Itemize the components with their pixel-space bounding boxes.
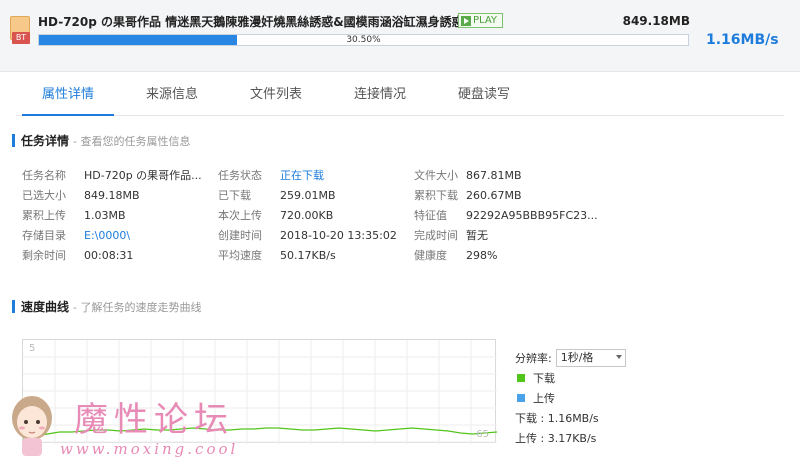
progress-percent: 30.50% xyxy=(346,35,381,45)
section-subtitle: - 查看您的任务属性信息 xyxy=(73,134,191,148)
download-progress-bar: 30.50% xyxy=(38,34,689,46)
resolution-select[interactable]: 1秒/格 xyxy=(555,349,626,367)
task-details-heading: 任务详情 - 查看您的任务属性信息 xyxy=(12,132,190,149)
download-swatch xyxy=(517,374,525,382)
info-row: 已选大小 849.18MB 已下载 259.01MB 累积下载 260.67MB xyxy=(22,189,522,202)
legend-upload: 上传 xyxy=(515,388,626,408)
bt-file-icon: BT xyxy=(10,14,30,46)
file-size-value: 867.81MB xyxy=(466,169,522,182)
axis-top-label: 5 xyxy=(29,343,36,354)
tab-disk-io[interactable]: 硬盘读写 xyxy=(432,80,536,115)
axis-right-label: 65 xyxy=(476,429,489,440)
tab-file-list[interactable]: 文件列表 xyxy=(224,80,328,115)
resolution-label: 分辨率: xyxy=(515,352,552,365)
detail-tabs: 属性详情 来源信息 文件列表 连接情况 硬盘读写 xyxy=(16,80,784,116)
info-row: 累积上传 1.03MB 本次上传 720.00KB 特征值 92292A95BBB95… xyxy=(22,206,622,226)
task-name-value: HD-720p の果哥作品... xyxy=(84,169,202,182)
current-download-speed: 下载 : 1.16MB/s xyxy=(515,412,599,425)
task-detail-window: BT HD-720p の果哥作品 情迷黑天鵝陳雅漫奸燒黑絲誘惑&國模雨涵浴缸濕身… xyxy=(0,0,800,473)
tab-properties[interactable]: 属性详情 xyxy=(16,80,120,116)
upload-swatch xyxy=(517,394,525,402)
hash-value: 92292A95BBB95FC23... xyxy=(466,209,598,222)
forum-watermark: 魔性论坛 www.moxing.cool xyxy=(0,384,280,473)
tab-connections[interactable]: 连接情况 xyxy=(328,80,432,115)
watermark-title: 魔性论坛 xyxy=(74,400,234,440)
task-header: BT HD-720p の果哥作品 情迷黑天鵝陳雅漫奸燒黑絲誘惑&國模雨涵浴缸濕身… xyxy=(0,0,800,72)
play-icon xyxy=(461,15,471,26)
task-size: 849.18MB xyxy=(622,14,690,28)
tab-source[interactable]: 来源信息 xyxy=(120,80,224,115)
chart-legend-panel: 分辨率: 1秒/格 下载 上传 下载 : 1.16MB/s 上传 : 3.17K… xyxy=(515,348,626,448)
task-status-value: 正在下载 xyxy=(280,169,324,182)
storage-dir-link[interactable]: E:\0000\ xyxy=(84,226,212,246)
section-title: 速度曲线 xyxy=(21,300,70,314)
task-title: HD-720p の果哥作品 情迷黑天鵝陳雅漫奸燒黑絲誘惑&國模雨涵浴缸濕身誘惑等… xyxy=(38,15,498,29)
anime-girl-icon xyxy=(12,396,52,456)
watermark-url: www.moxing.cool xyxy=(60,440,239,458)
download-speed: 1.16MB/s xyxy=(706,32,779,48)
info-row: 存储目录 E:\0000\ 创建时间 2018-10-20 13:35:02 完成时… xyxy=(22,226,622,246)
chevron-down-icon xyxy=(615,355,622,359)
speed-curve-heading: 速度曲线 - 了解任务的速度走势曲线 xyxy=(12,298,201,315)
section-subtitle: - 了解任务的速度走势曲线 xyxy=(73,300,202,314)
info-row: 剩余时间 00:08:31 平均速度 50.17KB/s 健康度 298% xyxy=(22,249,498,262)
info-row: 任务名称 HD-720p の果哥作品... 任务状态 正在下载 文件大小 867.81… xyxy=(22,166,622,186)
play-button[interactable]: PLAY xyxy=(458,13,504,28)
task-properties-grid: 任务名称 HD-720p の果哥作品... 任务状态 正在下载 文件大小 867.81… xyxy=(22,166,622,266)
section-title: 任务详情 xyxy=(21,134,70,148)
legend-download: 下载 xyxy=(515,368,626,388)
current-upload-speed: 上传 : 3.17KB/s xyxy=(515,432,597,445)
